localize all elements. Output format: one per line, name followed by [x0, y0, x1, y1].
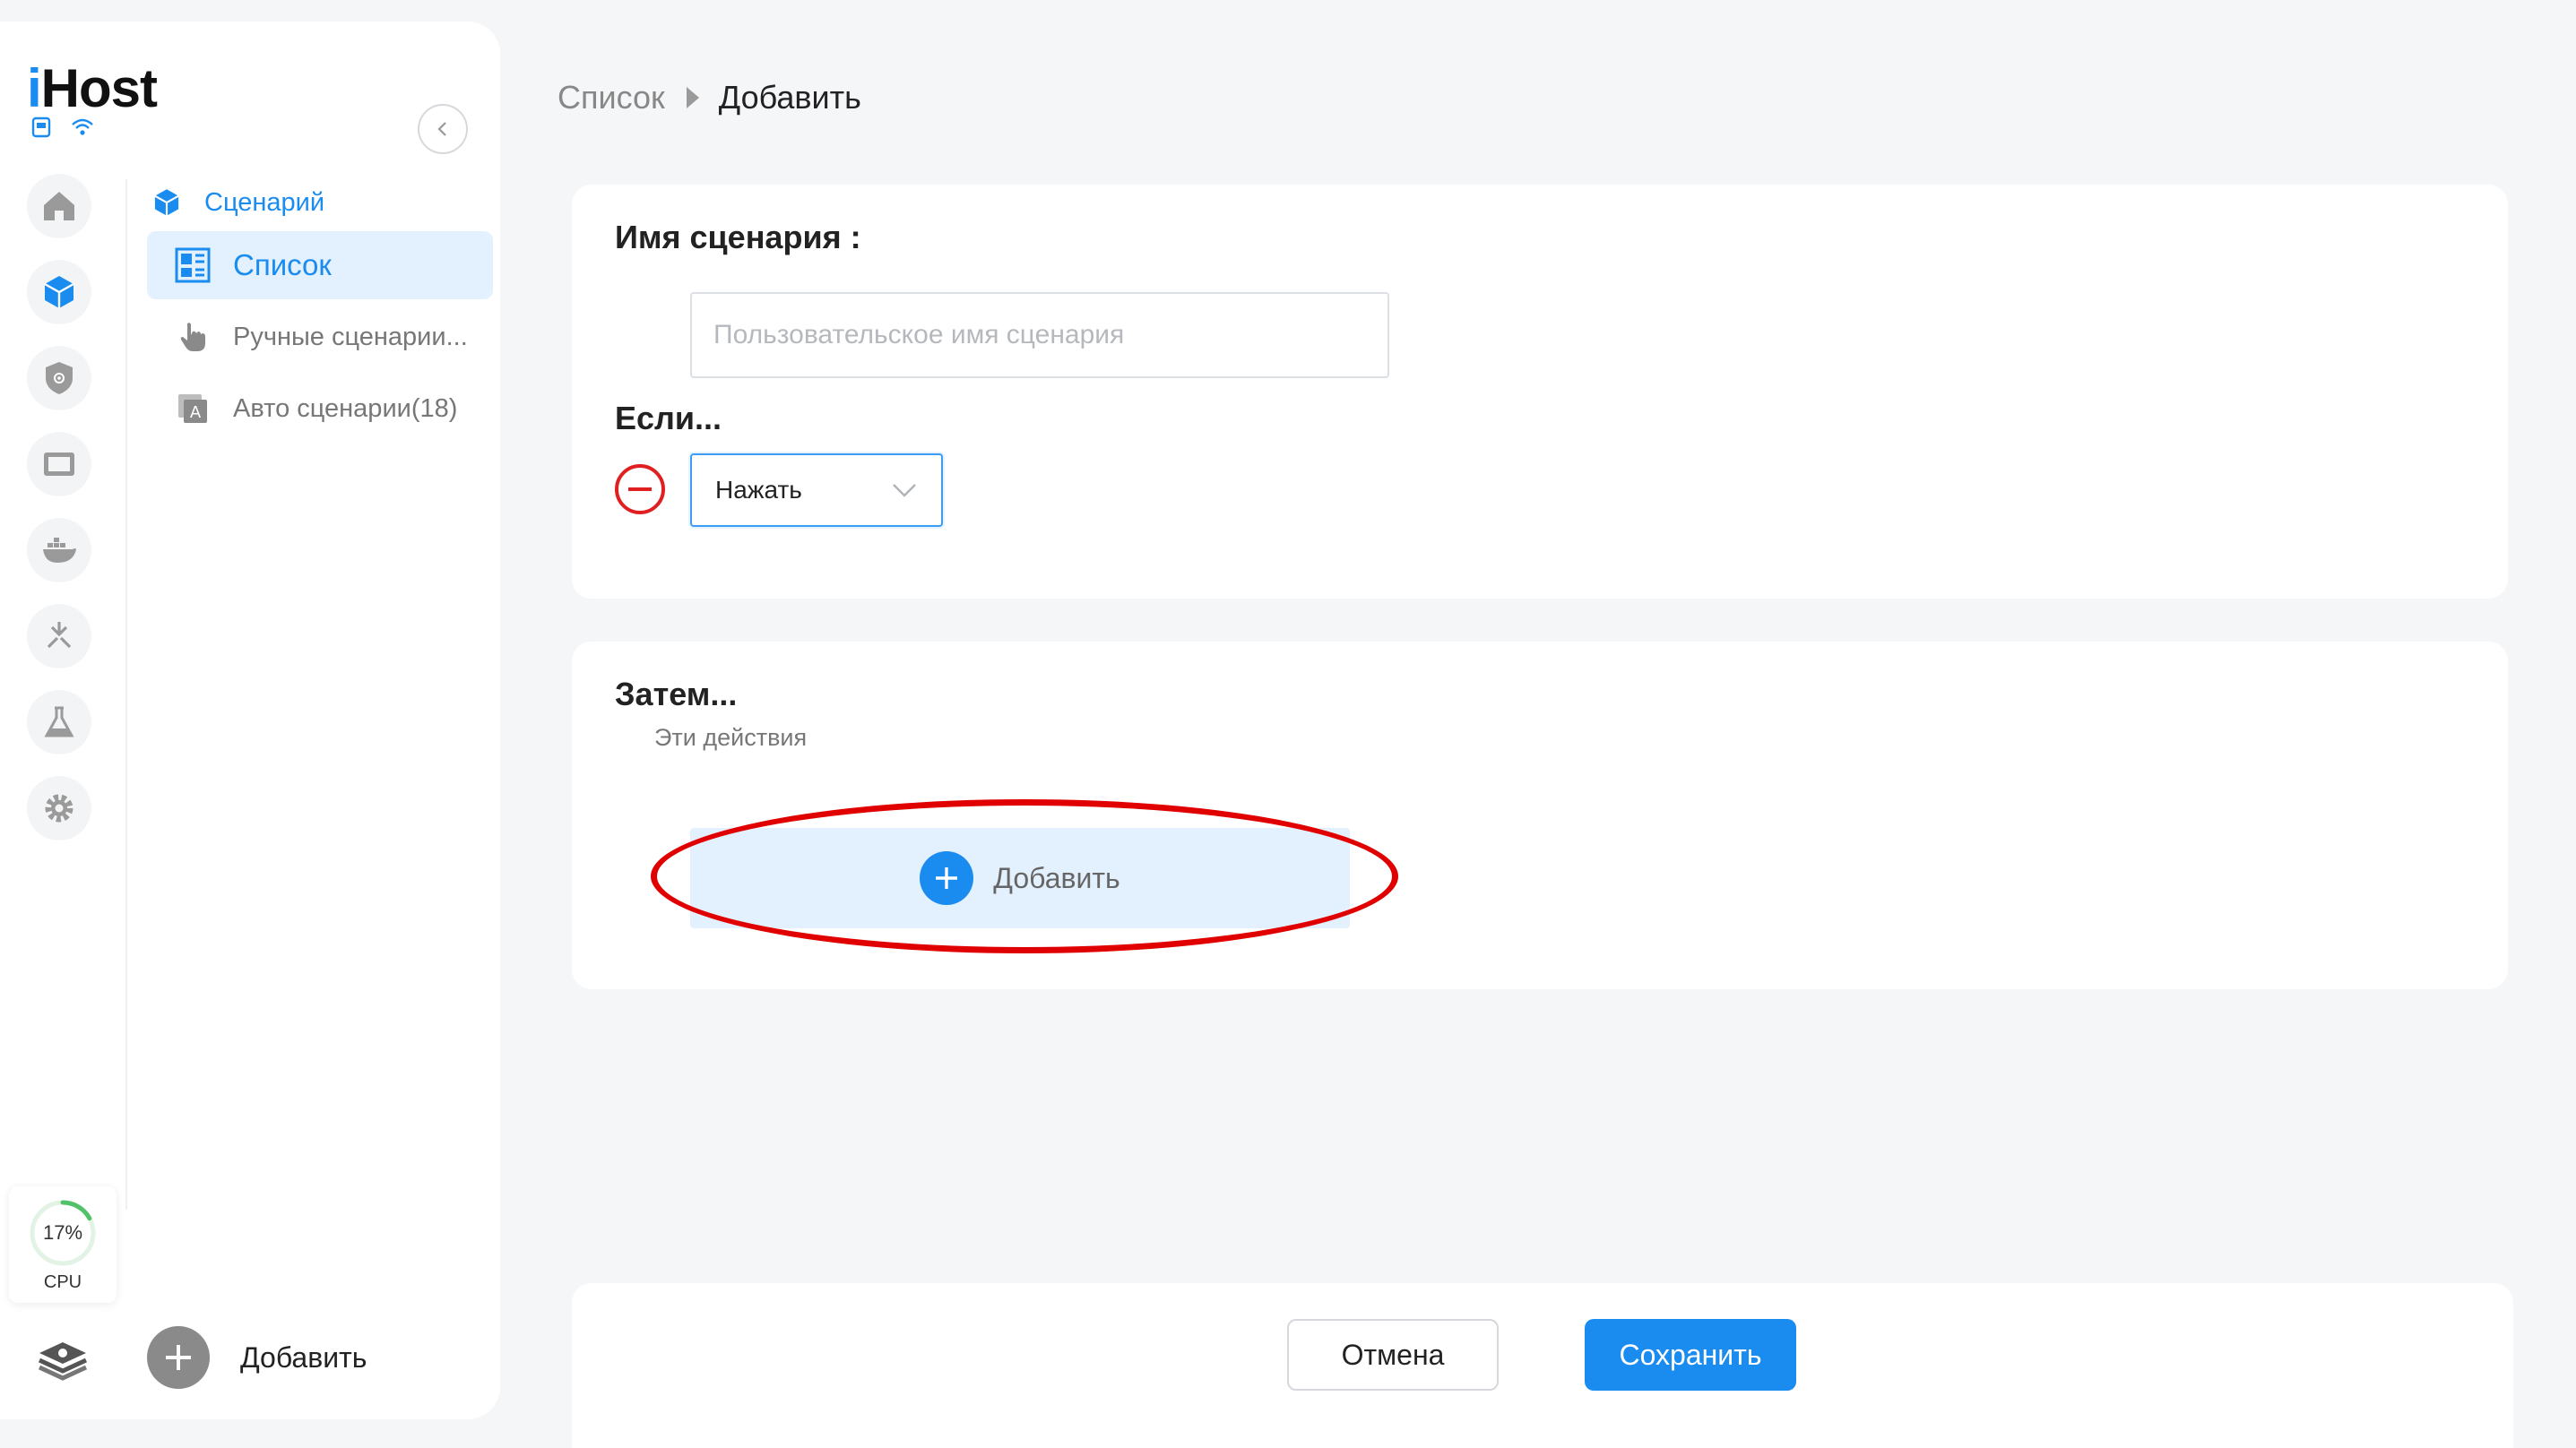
then-label: Затем... [615, 676, 738, 712]
logo-prefix: i [27, 58, 42, 118]
sidebar-add-button[interactable]: Добавить [147, 1326, 367, 1389]
main-nav-rail [27, 174, 99, 840]
svg-text:A: A [190, 403, 202, 422]
scene-cube-icon [154, 189, 179, 216]
caret-right-icon [686, 87, 699, 108]
subnav-group-label: Сценарий [204, 187, 325, 217]
cpu-gauge: 17% [27, 1197, 99, 1269]
cpu-percent: 17% [42, 1220, 83, 1244]
subnav-item-label: Авто сценарии(18) [233, 393, 458, 423]
matter-icon [47, 622, 72, 649]
status-icons [29, 115, 95, 140]
sidebar: iHost Сценарий Список Ручные сценарии...… [0, 22, 500, 1419]
breadcrumb-previous[interactable]: Список [558, 79, 665, 116]
add-action-button[interactable]: Добавить [690, 828, 1350, 928]
scene-name-label: Имя сценария : [615, 219, 861, 255]
subnav-item-manual-scenes[interactable]: Ручные сценарии... [147, 303, 493, 371]
nav-camera[interactable] [27, 432, 91, 496]
sidebar-add-label: Добавить [240, 1340, 367, 1374]
subnav-item-label: Список [233, 248, 332, 281]
scene-name-input[interactable] [690, 292, 1389, 378]
list-grid-icon [174, 246, 212, 284]
add-action-label: Добавить [993, 861, 1120, 894]
scene-subnav: Сценарий Список Ручные сценарии... A Авт… [147, 177, 493, 443]
nav-settings[interactable] [27, 776, 91, 840]
lab-flask-icon [44, 706, 74, 737]
layers-icon[interactable] [34, 1330, 91, 1387]
subnav-item-list[interactable]: Список [147, 231, 493, 299]
home-icon [44, 192, 74, 220]
trigger-type-value: Нажать [715, 476, 802, 504]
scene-actions-card: Затем... Эти действия Добавить [572, 642, 2508, 989]
logo-text: Host [40, 58, 158, 118]
subnav-item-label: Ручные сценарии... [233, 322, 468, 351]
wifi-icon [70, 115, 95, 140]
save-button[interactable]: Сохранить [1585, 1319, 1796, 1391]
collapse-sidebar-button[interactable] [418, 104, 468, 154]
subnav-group-scene: Сценарий [147, 177, 493, 228]
camera-screen-icon [44, 452, 74, 476]
nav-security[interactable] [27, 346, 91, 410]
auto-scene-icon: A [174, 390, 212, 427]
nav-scene[interactable] [27, 260, 91, 324]
minus-icon [628, 487, 652, 491]
scene-cube-icon [44, 276, 74, 308]
settings-gear-icon [45, 794, 73, 823]
rail-divider [125, 179, 127, 1210]
if-label: Если... [615, 400, 722, 436]
form-footer [572, 1283, 2513, 1448]
app-logo: iHost [27, 57, 158, 119]
cancel-button[interactable]: Отмена [1287, 1319, 1499, 1391]
actions-subtitle: Эти действия [654, 724, 808, 751]
chevron-left-icon [437, 122, 446, 136]
scene-condition-card: Имя сценария : Если... Нажать [572, 185, 2508, 599]
cpu-usage-widget: 17% CPU [9, 1186, 117, 1303]
nav-lab[interactable] [27, 690, 91, 754]
breadcrumb: Список Добавить [558, 79, 861, 116]
nav-matter[interactable] [27, 604, 91, 668]
hand-pointer-icon [174, 318, 212, 356]
remove-condition-button[interactable] [615, 464, 665, 514]
trigger-type-select[interactable]: Нажать [690, 453, 943, 527]
plus-icon [920, 851, 974, 905]
cpu-caption: CPU [43, 1271, 82, 1292]
subnav-item-auto-scenes[interactable]: A Авто сценарии(18) [147, 375, 493, 443]
breadcrumb-current: Добавить [718, 79, 861, 116]
sd-card-icon [29, 115, 54, 140]
nav-docker[interactable] [27, 518, 91, 582]
docker-icon [43, 538, 76, 563]
chevron-down-icon [893, 484, 916, 497]
plus-icon [147, 1326, 210, 1389]
security-shield-icon [46, 362, 73, 394]
nav-home[interactable] [27, 174, 91, 238]
